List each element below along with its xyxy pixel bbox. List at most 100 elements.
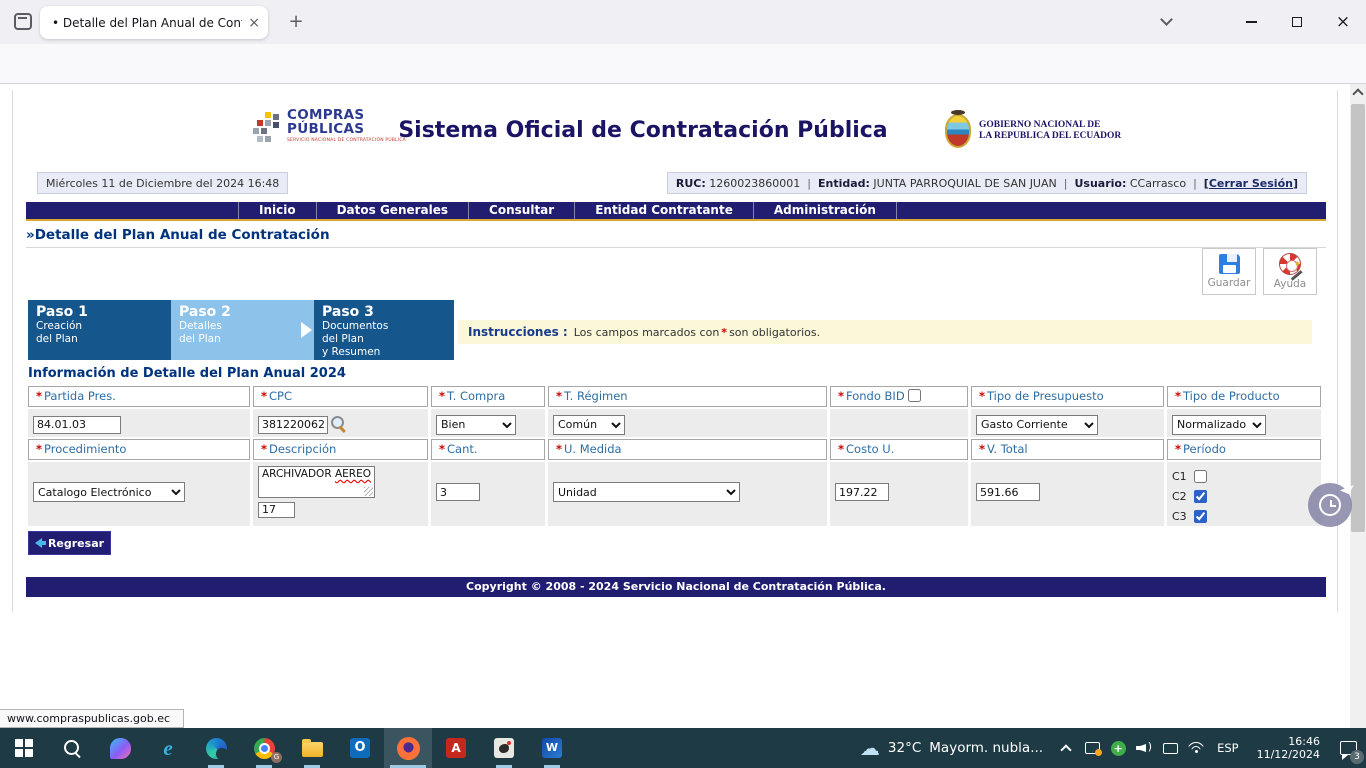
- resize-handle[interactable]: [364, 487, 373, 496]
- main-navigation: Inicio Datos Generales Consultar Entidad…: [26, 202, 1326, 221]
- taskbar-right: ☁ 32°C Mayorm. nubla... + ESP 16:46 11/1…: [850, 728, 1366, 768]
- weather-cloud-icon: ☁: [860, 738, 880, 758]
- floating-clock-widget[interactable]: [1308, 483, 1352, 527]
- header-v-total: *V. Total: [971, 439, 1164, 460]
- start-button[interactable]: [0, 728, 48, 768]
- list-tabs-icon[interactable]: [1162, 15, 1171, 24]
- taskbar-clock[interactable]: 16:46 11/12/2024: [1247, 735, 1330, 761]
- window-close-button[interactable]: ×: [1332, 12, 1354, 32]
- partida-input[interactable]: [33, 416, 121, 434]
- windows-taskbar: e G O A W ☁ 32°C Mayorm. nubla... + ESP …: [0, 728, 1366, 768]
- periodo-c3-checkbox[interactable]: [1194, 510, 1207, 523]
- nav-item-consultar[interactable]: Consultar: [468, 202, 574, 219]
- guardar-button[interactable]: Guardar: [1202, 248, 1256, 295]
- screen: { "palette":{"navy":"#211d70","gold":"#d…: [0, 0, 1366, 768]
- back-arrow-icon: [35, 538, 42, 548]
- chrome-icon[interactable]: G: [240, 728, 288, 768]
- weather-temp: 32°C: [888, 740, 921, 756]
- header-u-medida: *U. Medida: [548, 439, 827, 460]
- window-maximize-button[interactable]: [1286, 12, 1308, 32]
- nav-item-administracion[interactable]: Administración: [753, 202, 897, 219]
- cpc-search-icon[interactable]: [331, 416, 346, 431]
- divider: [26, 247, 1326, 248]
- periodo-cell: C1 C2 C3: [1167, 462, 1321, 526]
- header-tipo-producto: *Tipo de Producto: [1167, 386, 1321, 407]
- form-header-row-1: *Partida Pres. *CPC *T. Compra *T. Régim…: [28, 386, 1321, 407]
- costo-u-input[interactable]: [835, 483, 889, 501]
- scrollbar-thumb[interactable]: [1351, 104, 1365, 532]
- tray-chevron-icon[interactable]: [1053, 728, 1079, 768]
- tab-close-icon[interactable]: ×: [248, 15, 260, 31]
- cerrar-sesion-link[interactable]: Cerrar Sesión: [1209, 177, 1293, 190]
- weather-widget[interactable]: ☁ 32°C Mayorm. nubla...: [850, 728, 1053, 768]
- ecuador-coat-of-arms-icon: [945, 114, 971, 148]
- java-app-icon[interactable]: [480, 728, 528, 768]
- nav-item-entidad-contratante[interactable]: Entidad Contratante: [574, 202, 753, 219]
- word-icon[interactable]: W: [528, 728, 576, 768]
- copilot-icon[interactable]: [96, 728, 144, 768]
- breadcrumb: »Detalle del Plan Anual de Contratación: [26, 227, 330, 243]
- internet-explorer-icon[interactable]: e: [144, 728, 192, 768]
- header-t-regimen: *T. Régimen: [548, 386, 827, 407]
- firefox-view-icon[interactable]: [14, 13, 32, 30]
- periodo-c2-checkbox[interactable]: [1194, 490, 1207, 503]
- fondo-bid-cell: [830, 409, 968, 437]
- step-1-tab[interactable]: Paso 1 Creación del Plan: [28, 300, 171, 360]
- government-logo-text: GOBIERNO NACIONAL DELA REPUBLICA DEL ECU…: [979, 120, 1121, 142]
- edge-icon[interactable]: [192, 728, 240, 768]
- antivirus-icon[interactable]: +: [1105, 728, 1131, 768]
- procedimiento-select[interactable]: Catalogo Electrónico: [33, 482, 185, 502]
- language-indicator[interactable]: ESP: [1209, 741, 1247, 755]
- u-medida-select[interactable]: Unidad: [553, 482, 740, 502]
- form-value-row-2: Catalogo Electrónico ARCHIVADOR AEREO Un…: [28, 462, 1321, 526]
- nav-item-datos-generales[interactable]: Datos Generales: [316, 202, 468, 219]
- site-footer: Copyright © 2008 - 2024 Servicio Naciona…: [26, 577, 1326, 597]
- volume-icon[interactable]: [1131, 728, 1157, 768]
- periodo-c1-checkbox[interactable]: [1194, 470, 1207, 483]
- tab-title: • Detalle del Plan Anual de Contr: [52, 16, 242, 30]
- window-minimize-button[interactable]: [1240, 12, 1262, 32]
- step-arrow-icon: [301, 322, 312, 338]
- notification-badge: 3: [1350, 750, 1364, 764]
- taskbar-search-icon[interactable]: [48, 728, 96, 768]
- file-explorer-icon[interactable]: [288, 728, 336, 768]
- descripcion-textarea[interactable]: ARCHIVADOR AEREO: [258, 466, 375, 498]
- outlook-icon[interactable]: O: [336, 728, 384, 768]
- step-2-tab[interactable]: Paso 2 Detalles del Plan: [171, 300, 314, 360]
- wifi-icon[interactable]: [1183, 728, 1209, 768]
- clock-time: 16:46: [1257, 735, 1320, 748]
- datetime-box: Miércoles 11 de Diciembre del 2024 16:48: [37, 172, 288, 194]
- site-container: COMPRASPÚBLICAS SERVICIO NACIONAL DE CON…: [12, 90, 1338, 612]
- page-scrollbar[interactable]: [1350, 84, 1366, 728]
- tipo-producto-select[interactable]: Normalizado: [1172, 415, 1266, 435]
- scrollbar-up-icon[interactable]: [1352, 88, 1363, 99]
- cantidad-input[interactable]: [436, 483, 480, 501]
- tipo-presupuesto-select[interactable]: Gasto Corriente: [976, 415, 1098, 435]
- new-tab-button[interactable]: +: [284, 10, 308, 34]
- firefox-icon[interactable]: [384, 728, 432, 768]
- descripcion-codigo-input[interactable]: [258, 502, 295, 518]
- t-regimen-select[interactable]: Común: [553, 415, 625, 435]
- fondo-bid-checkbox[interactable]: [908, 389, 921, 402]
- clock-icon: [1319, 494, 1341, 516]
- step-3-tab[interactable]: Paso 3 Documentos del Plan y Resumen: [314, 300, 454, 360]
- ayuda-button[interactable]: ★ Ayuda: [1263, 248, 1317, 295]
- screen-share-icon[interactable]: [1079, 728, 1105, 768]
- periodo-c2-row: C2: [1172, 486, 1316, 506]
- v-total-input[interactable]: [976, 483, 1040, 501]
- weather-desc: Mayorm. nubla...: [929, 740, 1043, 756]
- browser-tab[interactable]: • Detalle del Plan Anual de Contr ×: [40, 6, 268, 39]
- form-header-row-2: *Procedimiento *Descripción *Cant. *U. M…: [28, 439, 1321, 460]
- regresar-button[interactable]: Regresar: [28, 531, 111, 555]
- header-t-compra: *T. Compra: [431, 386, 545, 407]
- acrobat-icon[interactable]: A: [432, 728, 480, 768]
- government-logo: GOBIERNO NACIONAL DELA REPUBLICA DEL ECU…: [945, 108, 1135, 154]
- t-compra-select[interactable]: Bien: [436, 415, 516, 435]
- instructions-banner: Instrucciones : Los campos marcados con …: [458, 320, 1312, 344]
- page-viewport: COMPRASPÚBLICAS SERVICIO NACIONAL DE CON…: [0, 84, 1366, 728]
- cpc-input[interactable]: [258, 416, 328, 434]
- session-box: RUC: 1260023860001 | Entidad: JUNTA PARR…: [667, 172, 1307, 194]
- notification-center-icon[interactable]: 3: [1330, 728, 1366, 768]
- nav-item-inicio[interactable]: Inicio: [238, 202, 316, 219]
- cast-device-icon[interactable]: [1157, 728, 1183, 768]
